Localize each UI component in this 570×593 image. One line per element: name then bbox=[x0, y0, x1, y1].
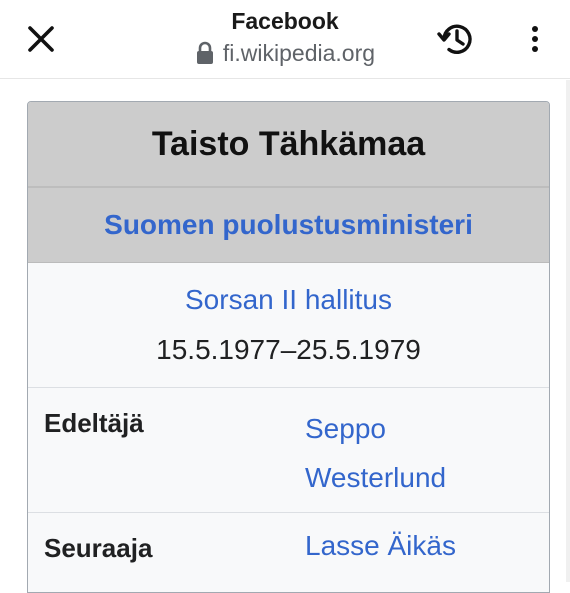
history-button[interactable] bbox=[434, 17, 478, 61]
page-title: Facebook bbox=[231, 8, 339, 34]
successor-label: Seuraaja bbox=[44, 533, 153, 563]
cabinet-section: Sorsan II hallitus 15.5.1977–25.5.1979 bbox=[28, 263, 549, 388]
predecessor-label: Edeltäjä bbox=[44, 408, 144, 438]
successor-row: Seuraaja Lasse Äikäs bbox=[28, 513, 549, 592]
scrollbar[interactable] bbox=[566, 80, 570, 582]
url-bar[interactable]: fi.wikipedia.org bbox=[150, 38, 420, 68]
more-vert-icon bbox=[532, 26, 538, 52]
infobox-title: Taisto Tähkämaa bbox=[28, 102, 549, 188]
close-button[interactable] bbox=[22, 20, 60, 58]
predecessor-row: Edeltäjä Seppo Westerlund bbox=[28, 388, 549, 513]
close-icon bbox=[28, 26, 54, 52]
browser-toolbar: Facebook fi.wikipedia.org bbox=[0, 0, 570, 79]
predecessor-link[interactable]: Seppo Westerlund bbox=[305, 404, 515, 502]
cabinet-link[interactable]: Sorsan II hallitus bbox=[28, 263, 549, 317]
infobox: Taisto Tähkämaa Suomen puolustusminister… bbox=[27, 101, 550, 593]
title-area[interactable]: Facebook fi.wikipedia.org bbox=[150, 6, 420, 68]
more-options-button[interactable] bbox=[520, 20, 550, 58]
lock-icon bbox=[196, 41, 213, 64]
successor-link[interactable]: Lasse Äikäs bbox=[305, 521, 535, 570]
history-icon bbox=[437, 24, 472, 54]
url-text: fi.wikipedia.org bbox=[222, 40, 376, 66]
office-link[interactable]: Suomen puolustusministeri bbox=[28, 188, 549, 263]
term-dates: 15.5.1977–25.5.1979 bbox=[156, 334, 421, 365]
